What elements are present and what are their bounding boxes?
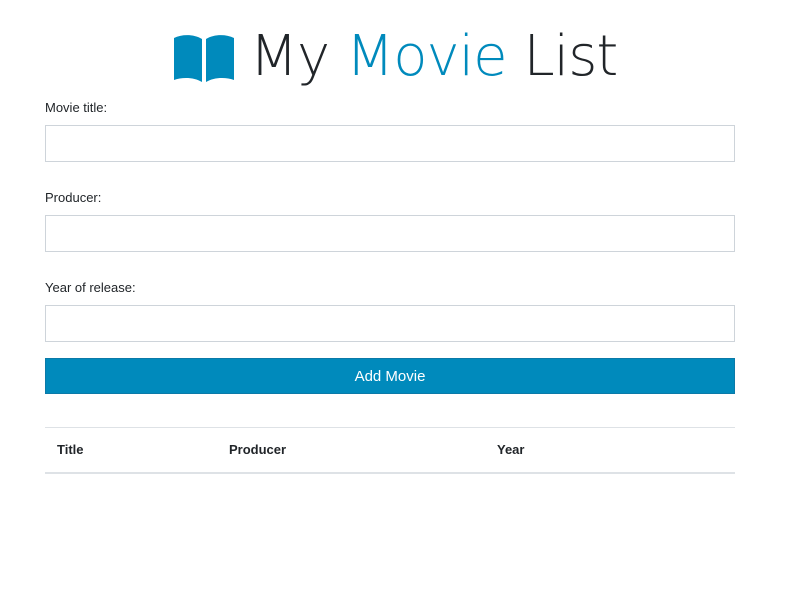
column-header-title: Title xyxy=(45,427,217,474)
producer-input[interactable] xyxy=(45,215,735,252)
column-header-producer: Producer xyxy=(217,427,485,474)
add-movie-button[interactable]: Add Movie xyxy=(45,358,735,394)
movie-table: Title Producer Year xyxy=(45,427,735,474)
add-movie-form: Movie title: Producer: Year of release: … xyxy=(45,100,735,394)
page-title: My Movie List xyxy=(250,29,619,85)
producer-label: Producer: xyxy=(45,190,102,205)
year-input[interactable] xyxy=(45,305,735,342)
year-group: Year of release: xyxy=(45,280,735,342)
page: My Movie List Movie title: Producer: Yea… xyxy=(0,0,789,591)
producer-group: Producer: xyxy=(45,190,735,252)
title-part-my: My xyxy=(249,24,346,89)
title-part-movie: Movie xyxy=(345,24,508,89)
open-book-icon xyxy=(173,35,234,82)
movie-title-group: Movie title: xyxy=(45,100,735,162)
app-header: My Movie List xyxy=(0,22,789,92)
movie-table-head: Title Producer Year xyxy=(45,427,735,474)
column-header-year: Year xyxy=(485,427,735,474)
year-label: Year of release: xyxy=(45,280,136,295)
movie-title-input[interactable] xyxy=(45,125,735,162)
movie-title-label: Movie title: xyxy=(45,100,108,115)
table-header-row: Title Producer Year xyxy=(45,427,735,474)
title-part-list: List xyxy=(506,24,618,89)
